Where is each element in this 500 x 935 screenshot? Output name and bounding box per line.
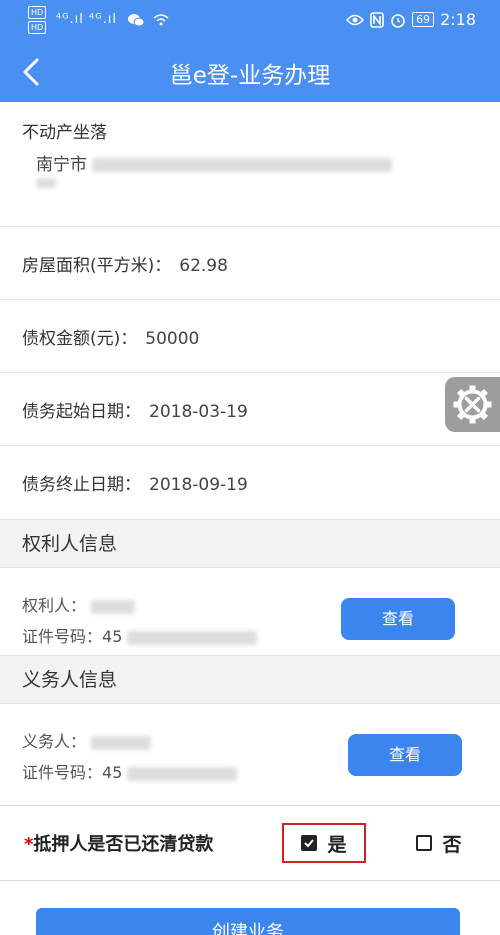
- option-yes-label: 是: [327, 833, 347, 856]
- end-date-row: 债务终止日期： 2018-09-19: [0, 446, 500, 520]
- start-date-label: 债务起始日期：: [22, 402, 141, 422]
- rights-holder-name-redacted: [91, 599, 136, 614]
- rights-holder-id: 证件号码：45: [22, 623, 258, 647]
- wechat-icon: [128, 13, 145, 26]
- page-title: 邕e登-业务办理: [169, 63, 331, 89]
- location-row: 不动产坐落 南宁市: [0, 102, 500, 227]
- area-row: 房屋面积(平方米)： 62.98: [0, 227, 500, 300]
- floating-tools-button[interactable]: [445, 377, 500, 432]
- status-right: 69 2:18: [346, 10, 476, 29]
- start-date-row: 债务起始日期： 2018-03-19: [0, 373, 500, 446]
- area-value: 62.98: [179, 256, 228, 276]
- obligor-id-redacted: [127, 766, 238, 781]
- battery-indicator: 69: [412, 12, 435, 27]
- rights-holder-section-title: 权利人信息: [0, 520, 500, 568]
- nfc-icon: [370, 11, 384, 28]
- signal-text: ⁴ᴳ.ıl ⁴ᴳ.ıl: [56, 12, 117, 27]
- rights-holder-id-label: 证件号码：: [22, 627, 103, 646]
- obligor-name-label: 义务人：: [22, 732, 87, 751]
- area-label: 房屋面积(平方米)：: [22, 256, 172, 276]
- obligor-id-prefix: 45: [102, 763, 123, 782]
- location-text: 南宁市: [36, 155, 87, 175]
- debt-amount-row: 债权金额(元)： 50000: [0, 300, 500, 373]
- checkbox-yes[interactable]: [301, 835, 318, 851]
- status-bar: HD HD ⁴ᴳ.ıl ⁴ᴳ.ıl 69 2:18: [0, 0, 500, 42]
- mortgage-question: *抵押人是否已还清贷款: [24, 830, 213, 856]
- wifi-icon: [153, 13, 169, 25]
- location-redacted: [92, 158, 393, 172]
- rights-holder-card: 权利人： 证件号码：45 查看: [0, 568, 500, 656]
- tools-gear-icon: [453, 385, 492, 424]
- start-date-value: 2018-03-19: [149, 402, 248, 422]
- view-rights-holder-button[interactable]: 查看: [341, 598, 455, 640]
- required-mark: *: [24, 834, 34, 855]
- obligor-id: 证件号码：45: [22, 759, 238, 783]
- debt-amount-value: 50000: [145, 329, 200, 349]
- eye-icon: [346, 14, 365, 25]
- obligor-card: 义务人： 证件号码：45 查看: [0, 704, 500, 805]
- option-no[interactable]: 否: [404, 823, 474, 863]
- signal-icons: ⁴ᴳ.ıl ⁴ᴳ.ıl: [56, 12, 169, 27]
- location-label: 不动产坐落: [22, 123, 107, 143]
- mortgage-question-row: *抵押人是否已还清贷款 是 否: [0, 805, 500, 881]
- option-no-label: 否: [442, 833, 462, 856]
- alarm-icon: [391, 13, 405, 28]
- end-date-label: 债务终止日期：: [22, 475, 141, 495]
- view-obligor-button[interactable]: 查看: [348, 734, 462, 776]
- option-yes[interactable]: 是: [282, 823, 366, 863]
- mortgage-question-text: 抵押人是否已还清贷款: [33, 834, 214, 855]
- rights-holder-name: 权利人：: [22, 592, 136, 616]
- hd-indicators: HD HD: [28, 6, 47, 36]
- hd-badge-bottom: HD: [28, 21, 47, 34]
- rights-holder-id-prefix: 45: [102, 627, 123, 646]
- app-bar: 邕e登-业务办理: [0, 42, 500, 102]
- debt-amount-label: 债权金额(元)：: [22, 329, 138, 349]
- location-value: 南宁市: [36, 150, 393, 175]
- obligor-id-label: 证件号码：: [22, 763, 103, 782]
- obligor-section-title: 义务人信息: [0, 656, 500, 704]
- hd-badge-top: HD: [28, 6, 47, 19]
- rights-holder-id-redacted: [127, 630, 258, 645]
- location-redacted-2: [36, 178, 56, 188]
- rights-holder-name-label: 权利人：: [22, 596, 87, 615]
- obligor-name-redacted: [91, 735, 152, 750]
- create-business-button[interactable]: 创建业务: [36, 908, 460, 935]
- end-date-value: 2018-09-19: [149, 475, 248, 495]
- checkbox-no[interactable]: [416, 835, 433, 851]
- obligor-name: 义务人：: [22, 728, 152, 752]
- clock: 2:18: [440, 10, 476, 29]
- checkmark-icon: [304, 839, 315, 848]
